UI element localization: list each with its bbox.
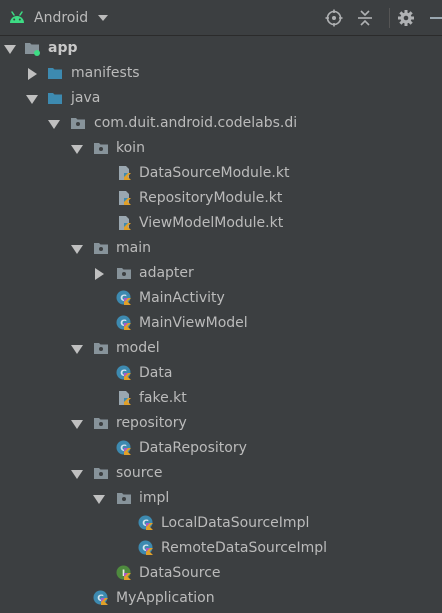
tree-node-model[interactable]: model [0,336,442,361]
kotlin-class-icon: C [138,515,153,530]
tree-node-label: Data [139,365,173,381]
package-icon [94,418,108,429]
package-icon [94,243,108,254]
expand-arrow-icon[interactable] [48,118,60,130]
package-icon [94,468,108,479]
project-toolbar: Android [0,0,442,36]
tree-node-label: MainActivity [139,290,225,306]
kotlin-file-icon [119,391,131,405]
tree-node-fake[interactable]: fake.kt [0,386,442,411]
tree-node-myapplication[interactable]: C MyApplication [0,586,442,611]
tree-node-package-root[interactable]: com.duit.android.codelabs.di [0,111,442,136]
package-icon [71,118,85,129]
collapse-arrow-icon[interactable] [26,68,38,80]
tree-node-label: koin [116,140,145,156]
package-icon [117,268,131,279]
folder-icon [48,68,62,79]
tree-node-datasource[interactable]: I DataSource [0,561,442,586]
expand-arrow-icon[interactable] [71,418,83,430]
tree-node-viewmodelmodule[interactable]: ViewModelModule.kt [0,211,442,236]
kotlin-class-icon: C [116,290,131,305]
tree-node-label: model [116,340,160,356]
kotlin-class-icon: C [93,590,108,605]
package-icon [94,343,108,354]
tree-node-label: RepositoryModule.kt [139,190,283,206]
expand-arrow-icon[interactable] [71,243,83,255]
tree-node-label: adapter [139,265,194,281]
tree-node-remotedatasourceimpl[interactable]: C RemoteDataSourceImpl [0,536,442,561]
tree-node-label: MainViewModel [139,315,248,331]
tree-node-app[interactable]: app [0,36,442,61]
project-view-selector[interactable]: Android [8,6,109,30]
kotlin-file-icon [119,166,131,180]
tree-node-label: fake.kt [139,390,187,406]
tree-node-label: DataSourceModule.kt [139,165,290,181]
expand-arrow-icon[interactable] [93,493,105,505]
kotlin-class-icon: C [116,365,131,380]
kotlin-interface-icon: I [116,565,131,580]
tree-node-label: DataSource [139,565,221,581]
tree-node-label: app [48,40,78,56]
kotlin-file-icon [119,191,131,205]
expand-arrow-icon[interactable] [71,343,83,355]
tree-node-mainviewmodel[interactable]: C MainViewModel [0,311,442,336]
tree-node-label: com.duit.android.codelabs.di [94,115,298,131]
tree-node-localdatasourceimpl[interactable]: C LocalDataSourceImpl [0,511,442,536]
locate-icon[interactable] [325,9,343,27]
tree-node-label: ViewModelModule.kt [139,215,284,231]
folder-icon [48,93,62,104]
tree-node-label: source [116,465,163,481]
collapse-arrow-icon[interactable] [93,268,105,280]
kotlin-class-icon: C [116,315,131,330]
toolbar-separator [389,8,390,28]
kotlin-file-icon [119,216,131,230]
tree-node-datarepository[interactable]: C DataRepository [0,436,442,461]
tree-node-java[interactable]: java [0,86,442,111]
kotlin-class-icon: C [138,540,153,555]
tree-node-adapter[interactable]: adapter [0,261,442,286]
tree-node-data[interactable]: C Data [0,361,442,386]
tree-node-datasourcemodule[interactable]: DataSourceModule.kt [0,161,442,186]
tree-node-mainactivity[interactable]: C MainActivity [0,286,442,311]
tree-node-label: main [116,240,151,256]
tree-node-label: DataRepository [139,440,247,456]
tree-node-label: java [71,90,101,106]
chevron-down-icon [98,14,109,21]
gear-icon[interactable] [397,9,415,27]
tree-node-label: manifests [71,65,140,81]
package-icon [117,493,131,504]
tree-node-repository[interactable]: repository [0,411,442,436]
tree-node-manifests[interactable]: manifests [0,61,442,86]
tree-node-source[interactable]: source [0,461,442,486]
tree-node-koin[interactable]: koin [0,136,442,161]
collapse-all-icon[interactable] [356,9,374,27]
tree-node-label: impl [139,490,170,506]
expand-arrow-icon[interactable] [71,468,83,480]
project-view-label: Android [34,10,89,26]
package-icon [94,143,108,154]
minimize-icon[interactable] [430,17,442,19]
kotlin-class-icon: C [116,440,131,455]
tree-node-label: RemoteDataSourceImpl [161,540,328,556]
module-folder-icon [25,43,40,56]
tree-node-repositorymodule[interactable]: RepositoryModule.kt [0,186,442,211]
tree-node-impl[interactable]: impl [0,486,442,511]
tree-node-label: LocalDataSourceImpl [161,515,310,531]
tree-node-label: repository [116,415,187,431]
tree-node-main[interactable]: main [0,236,442,261]
tree-node-label: MyApplication [116,590,215,606]
expand-arrow-icon[interactable] [4,43,16,55]
android-icon [10,11,24,23]
expand-arrow-icon[interactable] [26,93,38,105]
expand-arrow-icon[interactable] [71,143,83,155]
